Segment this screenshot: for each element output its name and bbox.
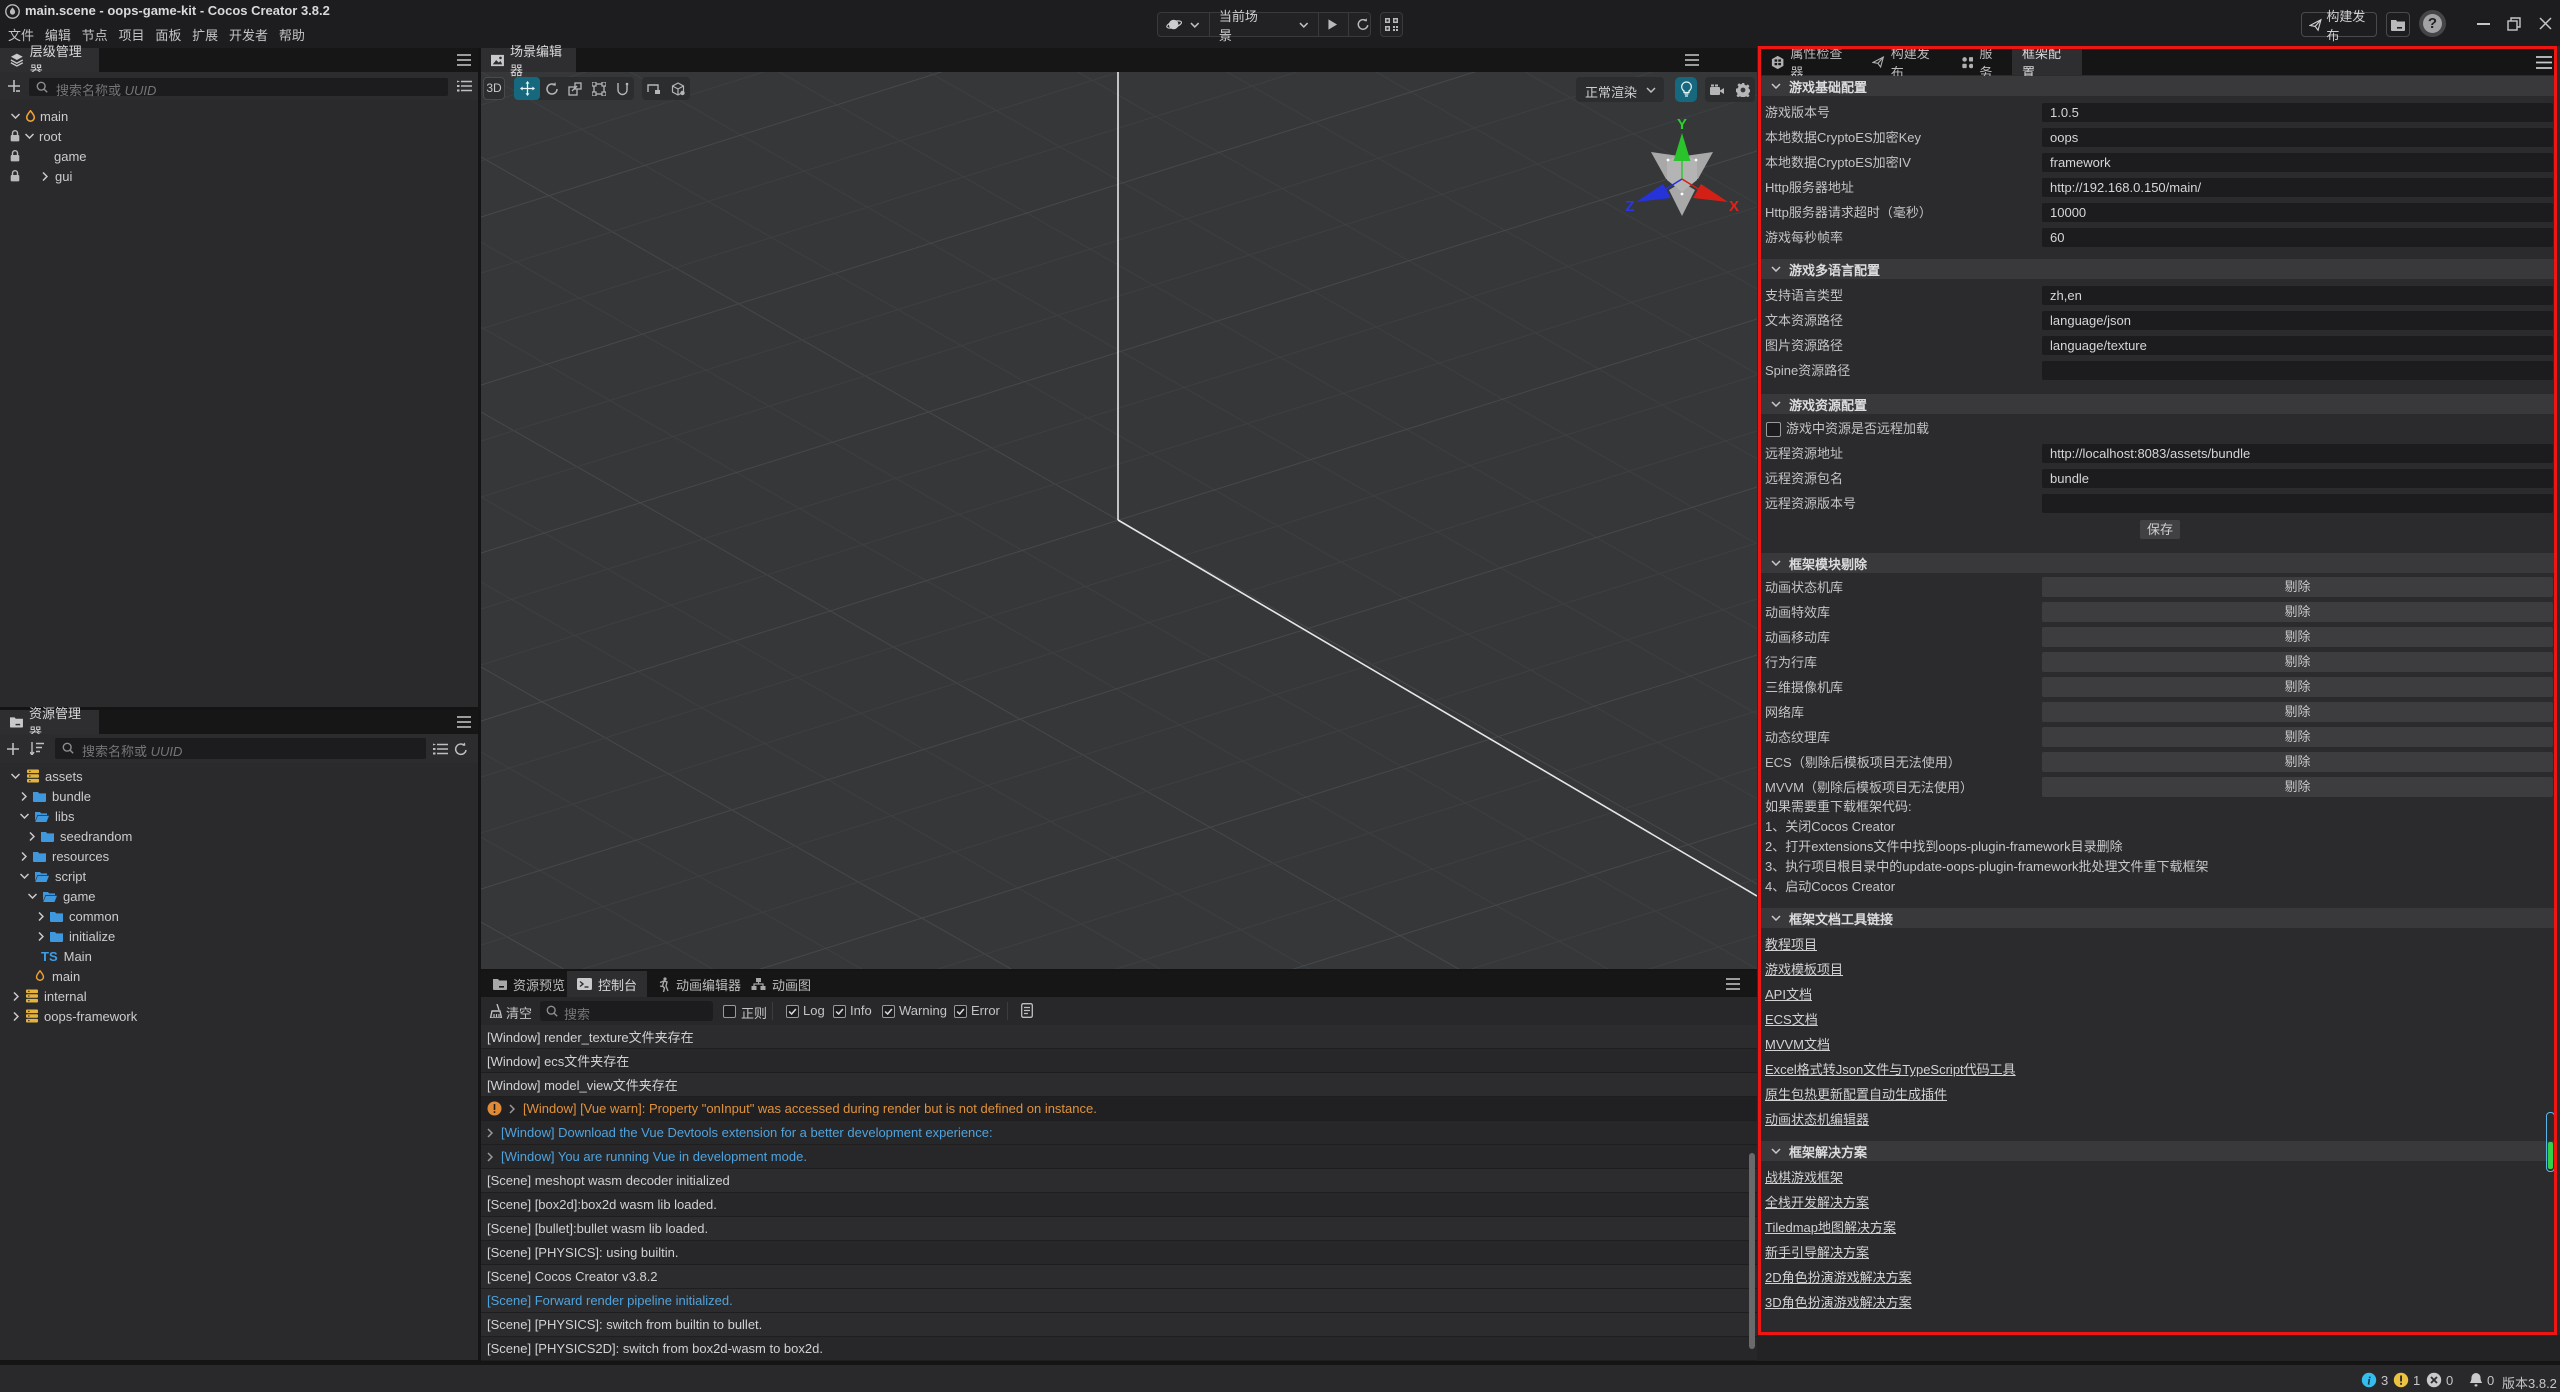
svg-text:Z: Z bbox=[1625, 198, 1634, 215]
svg-text:Y: Y bbox=[1677, 116, 1687, 133]
svg-text:X: X bbox=[1729, 198, 1739, 215]
